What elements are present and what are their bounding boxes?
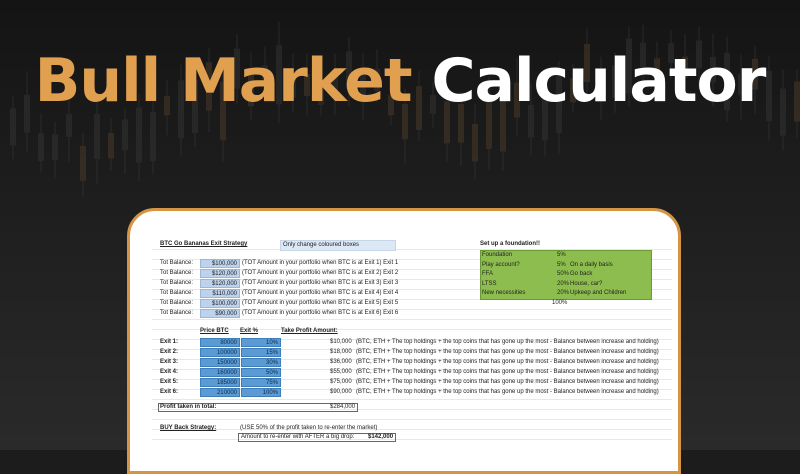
title-accent: Bull Market	[34, 46, 413, 116]
exit-amount: $18,000	[330, 349, 352, 355]
exit-desc: (BTC, ETH + The top holdings + the top c…	[356, 369, 659, 375]
balance-input[interactable]: $100,000	[200, 259, 240, 268]
profit-label: Profit taken in total:	[160, 404, 217, 410]
balance-desc: (TOT Amount in your portfolio when BTC i…	[242, 260, 399, 266]
exit-amount: $75,000	[330, 379, 352, 385]
exit-price-input[interactable]: 160000	[200, 368, 240, 377]
exit-price-input[interactable]: 80000	[200, 338, 240, 347]
exit-amount: $90,000	[330, 389, 352, 395]
exit-price-input[interactable]: 100000	[200, 348, 240, 357]
spreadsheet-card: BTC Go Bananas Exit Strategy Only change…	[127, 208, 681, 474]
exit-desc: (BTC, ETH + The top holdings + the top c…	[356, 349, 659, 355]
bottom-fade	[130, 441, 678, 471]
foundation-title: Set up a foundation!!	[480, 241, 540, 247]
exit-amount: $36,000	[330, 359, 352, 365]
balance-input[interactable]: $90,000	[200, 309, 240, 318]
profit-value: $284,000	[330, 404, 356, 410]
grid-line	[152, 429, 672, 430]
grid-line	[152, 329, 672, 330]
strategy-title: BTC Go Bananas Exit Strategy	[160, 241, 248, 247]
foundation-row-note: On a daily basis	[570, 261, 613, 268]
exit-price-input[interactable]: 150000	[200, 358, 240, 367]
balance-label: Tot Balance:	[160, 280, 194, 286]
balance-label: Tot Balance:	[160, 260, 194, 266]
buyback-note: (USE 50% of the profit taken to re-enter…	[240, 425, 378, 431]
foundation-row-name: Play account?	[482, 261, 520, 268]
exit-pct-input[interactable]: 100%	[241, 388, 281, 397]
foundation-row-pct[interactable]: 5%	[557, 261, 566, 270]
foundation-row-name: FFA	[482, 271, 494, 277]
buyback-label: BUY Back Strategy:	[160, 425, 217, 431]
exit-pct-input[interactable]: 30%	[241, 358, 281, 367]
exit-pct-input[interactable]: 10%	[241, 338, 281, 347]
balance-desc: (TOT Amount in your portfolio when BTC i…	[242, 300, 399, 306]
exit-desc: (BTC, ETH + The top holdings + the top c…	[356, 379, 659, 385]
grid-line	[152, 439, 672, 440]
candle-body	[108, 132, 114, 159]
balance-input[interactable]: $100,000	[200, 299, 240, 308]
exit-amount: $10,000	[330, 339, 352, 345]
exit-desc: (BTC, ETH + The top holdings + the top c…	[356, 389, 659, 395]
balance-label: Tot Balance:	[160, 300, 194, 306]
exit-pct-input[interactable]: 50%	[241, 368, 281, 377]
spreadsheet: BTC Go Bananas Exit Strategy Only change…	[152, 239, 672, 471]
exit-pct-header: Exit %	[240, 328, 259, 334]
exit-price-input[interactable]: 185000	[200, 378, 240, 387]
exit-label: Exit 3:	[160, 359, 179, 365]
exit-pct-input[interactable]: 15%	[241, 348, 281, 357]
candle-body	[52, 134, 58, 160]
exit-label: Exit 2:	[160, 349, 179, 355]
grid-line	[152, 419, 672, 420]
exit-label: Exit 6:	[160, 389, 179, 395]
foundation-total: 100%	[552, 300, 568, 306]
exit-label: Exit 1:	[160, 339, 179, 345]
exit-desc: (BTC, ETH + The top holdings + the top c…	[356, 359, 659, 365]
exit-pct-input[interactable]: 75%	[241, 378, 281, 387]
balance-desc: (TOT Amount in your portfolio when BTC i…	[242, 270, 399, 276]
take-profit-header: Take Profit Amount:	[281, 328, 338, 334]
foundation-row-pct[interactable]: 50%	[557, 270, 569, 279]
foundation-row-name: New necessities	[482, 290, 526, 296]
exit-label: Exit 4:	[160, 369, 179, 375]
balance-input[interactable]: $120,000	[200, 269, 240, 278]
balance-label: Tot Balance:	[160, 290, 194, 296]
exit-price-input[interactable]: 210000	[200, 388, 240, 397]
foundation-row-note: House, car?	[570, 280, 603, 287]
grid-line	[152, 399, 672, 400]
exit-label: Exit 5:	[160, 379, 179, 385]
page-title: Bull Market Calculator	[0, 46, 800, 116]
balance-input[interactable]: $110,000	[200, 289, 240, 298]
candle-body	[80, 145, 86, 181]
balance-desc: (TOT Amount in your portfolio when BTC i…	[242, 310, 399, 316]
note-box: Only change coloured boxes	[280, 240, 396, 251]
candle-body	[66, 113, 72, 137]
balance-desc: (TOT Amount in your portfolio when BTC i…	[242, 290, 399, 296]
foundation-row-name: LTSS	[482, 280, 497, 287]
balance-desc: (TOT Amount in your portfolio when BTC i…	[242, 280, 399, 286]
balance-label: Tot Balance:	[160, 270, 194, 276]
candle-body	[122, 119, 128, 151]
title-main: Calculator	[431, 46, 766, 116]
foundation-row-name: Foundation	[482, 252, 513, 258]
candle-body	[472, 123, 478, 162]
exit-amount: $55,000	[330, 369, 352, 375]
foundation-row-note: Upkeep and Children	[570, 290, 627, 296]
price-btc-header: Price BTC	[200, 328, 229, 334]
grid-line	[152, 319, 672, 320]
foundation-row-pct[interactable]: 5%	[557, 251, 566, 260]
foundation-row-pct[interactable]: 20%	[557, 289, 569, 298]
balance-label: Tot Balance:	[160, 310, 194, 316]
foundation-row-note: Go back	[570, 271, 593, 277]
candle-body	[150, 111, 156, 162]
candle-body	[94, 113, 100, 160]
candle-body	[38, 133, 44, 162]
foundation-row-pct[interactable]: 20%	[557, 280, 569, 289]
balance-input[interactable]: $120,000	[200, 279, 240, 288]
exit-desc: (BTC, ETH + The top holdings + the top c…	[356, 339, 659, 345]
